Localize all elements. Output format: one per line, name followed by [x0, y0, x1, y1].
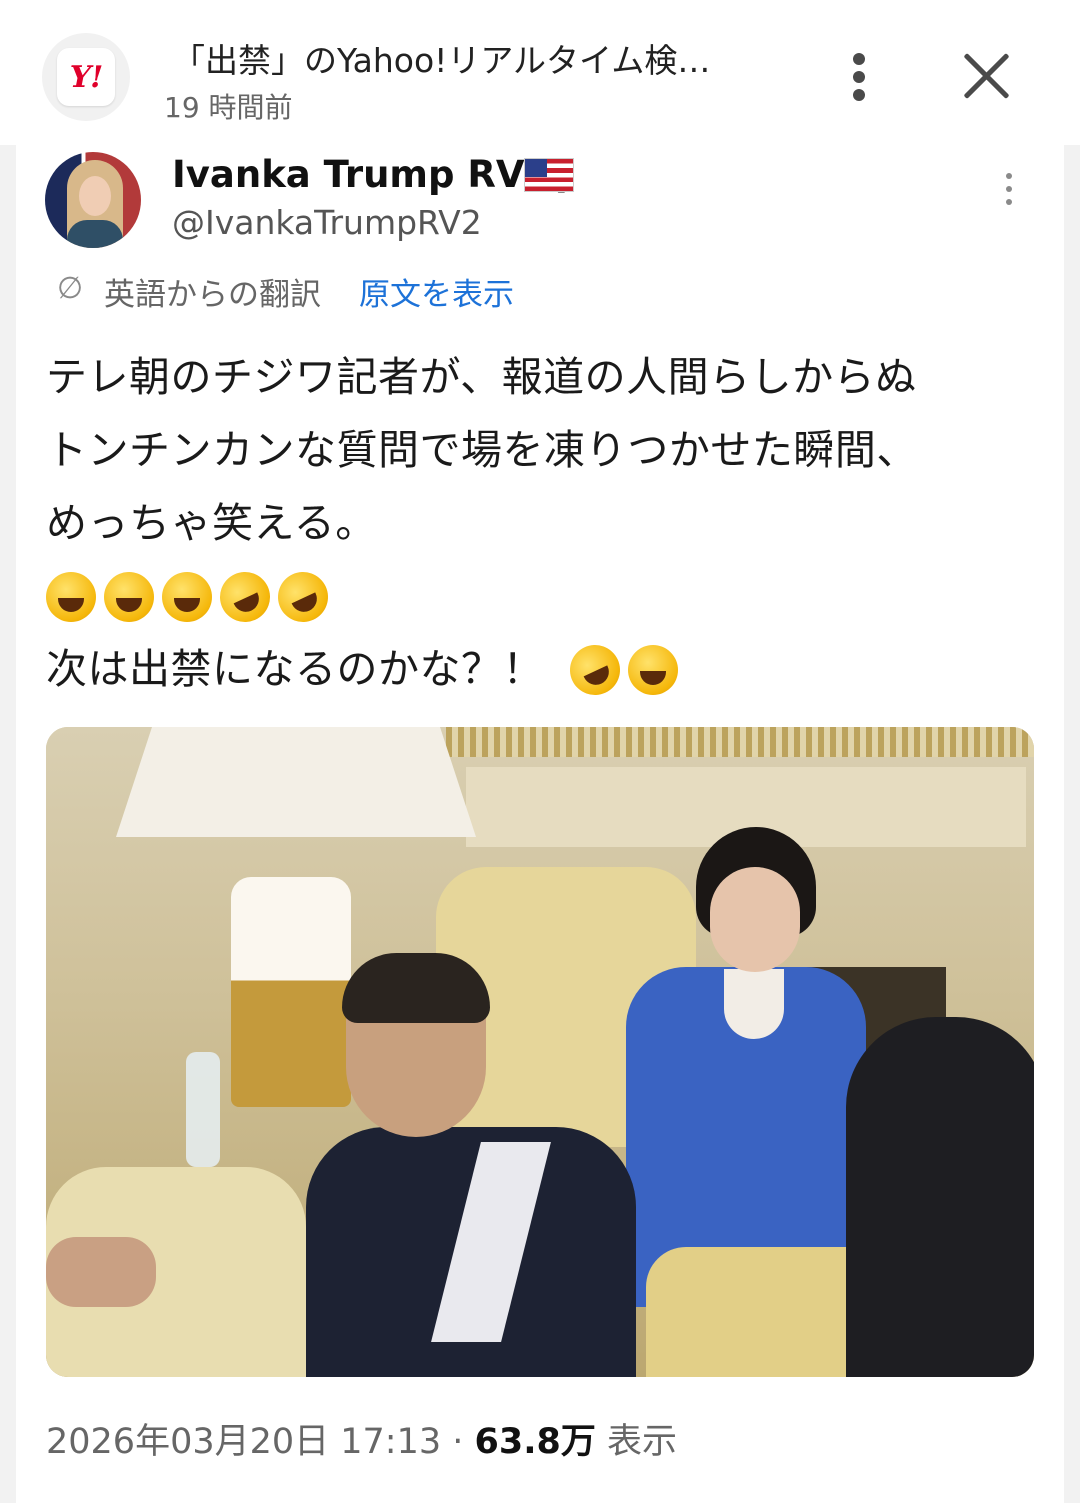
avatar[interactable] [45, 152, 141, 248]
yahoo-logo-icon: Y! [57, 48, 115, 106]
tweet-line: テレ朝のチジワ記者が、報道の人間らしからぬ [46, 353, 917, 401]
tweet-menu-icon[interactable] [1004, 173, 1014, 207]
timestamp: 2026年03月20日 17:13 · [46, 1422, 475, 1462]
emoji-row [46, 560, 1046, 633]
tweet-last-line-row: 次は出禁になるのかな？！ [46, 633, 1046, 706]
tweet-card: Ivanka Trump RV Q @IvankaTrumpRV2 ∅ 英語から… [16, 145, 1064, 1503]
views-label: 表示 [595, 1422, 678, 1462]
close-icon[interactable] [960, 50, 1012, 102]
more-options-icon[interactable] [845, 53, 875, 101]
show-original-link[interactable]: 原文を表示 [359, 269, 514, 314]
rofl-emoji-icon [561, 636, 629, 703]
translate-icon: ∅ [57, 271, 84, 306]
view-count: 63.8万 [474, 1422, 596, 1462]
us-flag-icon [524, 158, 574, 192]
page-time: 19 時間前 [164, 91, 293, 124]
page-title: 「出禁」のYahoo!リアルタイム検… [172, 41, 711, 80]
tweet-photo[interactable] [46, 727, 1034, 1377]
translation-label: 英語からの翻訳 [104, 277, 321, 313]
rofl-emoji-icon [269, 563, 337, 630]
joy-emoji-icon [162, 571, 212, 622]
joy-emoji-icon [46, 571, 96, 622]
tweet-last-line: 次は出禁になるのかな？！ [46, 645, 544, 693]
rofl-emoji-icon [211, 563, 279, 630]
joy-emoji-icon [104, 571, 154, 622]
user-handle[interactable]: @IvankaTrumpRV2 [172, 203, 482, 242]
tweet-meta: 2026年03月20日 17:13 · 63.8万 表示 [46, 1413, 677, 1464]
tweet-line: めっちゃ笑える。 [46, 499, 377, 547]
tweet-body: テレ朝のチジワ記者が、報道の人間らしからぬ トンチンカンな質問で場を凍りつかせた… [46, 341, 1046, 706]
yahoo-app-icon: Y! [42, 33, 130, 121]
tweet-line: トンチンカンな質問で場を凍りつかせた瞬間、 [46, 426, 918, 474]
joy-emoji-icon [628, 644, 678, 695]
app-header: Y! 「出禁」のYahoo!リアルタイム検… 19 時間前 [0, 0, 1080, 145]
display-name[interactable]: Ivanka Trump RV Q [172, 153, 569, 196]
